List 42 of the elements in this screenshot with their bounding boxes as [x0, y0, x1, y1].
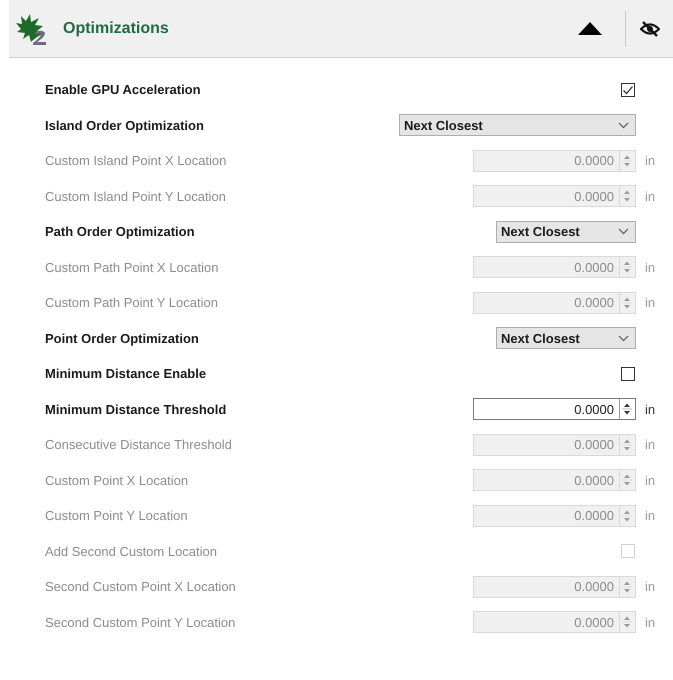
checkmark-icon	[622, 84, 634, 96]
number-field[interactable]: 0.0000	[473, 398, 636, 420]
triangle-up-icon	[578, 22, 602, 35]
unit-label: in	[644, 614, 656, 630]
section-title: Optimizations	[63, 20, 170, 38]
checkbox[interactable]	[621, 82, 635, 97]
field-label: Minimum Distance Threshold	[45, 402, 228, 417]
eye-slash-icon[interactable]	[640, 20, 660, 38]
chevron-down-icon	[618, 334, 629, 342]
checkbox[interactable]	[621, 366, 635, 381]
dropdown[interactable]: Next Closest	[399, 114, 636, 136]
field-label: Consecutive Distance Threshold	[45, 437, 233, 452]
unit-label: in	[644, 402, 656, 417]
unit-label: in	[644, 188, 656, 204]
collapse-button[interactable]	[577, 20, 603, 36]
field-label: Second Custom Point Y Location	[45, 614, 236, 630]
spinner-icon[interactable]	[619, 399, 635, 420]
field-label: Point Order Optimization	[45, 330, 200, 346]
unit-label: in	[644, 579, 656, 594]
field-label: Custom Path Point X Location	[45, 260, 220, 275]
dropdown[interactable]: Next Closest	[496, 327, 636, 350]
leaf-logo-icon	[15, 12, 49, 46]
field-label: Custom Island Point X Location	[45, 153, 228, 168]
unit-label: in	[644, 260, 656, 275]
dropdown[interactable]: Next Closest	[496, 220, 636, 243]
unit-label: in	[644, 508, 656, 524]
field-label: Custom Path Point Y Location	[45, 295, 219, 310]
field-label: Custom Point Y Location	[45, 508, 189, 524]
field-label: Enable GPU Acceleration	[45, 82, 202, 98]
field-label: Custom Island Point Y Location	[45, 188, 227, 204]
unit-label: in	[644, 295, 656, 310]
field-label: Add Second Custom Location	[45, 544, 218, 559]
chevron-down-icon	[618, 228, 629, 236]
field-label: Path Order Optimization	[45, 224, 196, 240]
unit-label: in	[644, 472, 656, 488]
chevron-down-icon	[618, 122, 629, 129]
field-label: Minimum Distance Enable	[45, 366, 208, 382]
field-label: Second Custom Point X Location	[45, 579, 237, 594]
field-label: Island Order Optimization	[45, 118, 205, 133]
field-label: Custom Point X Location	[45, 472, 190, 488]
unit-label: in	[644, 153, 656, 168]
unit-label: in	[644, 437, 656, 452]
